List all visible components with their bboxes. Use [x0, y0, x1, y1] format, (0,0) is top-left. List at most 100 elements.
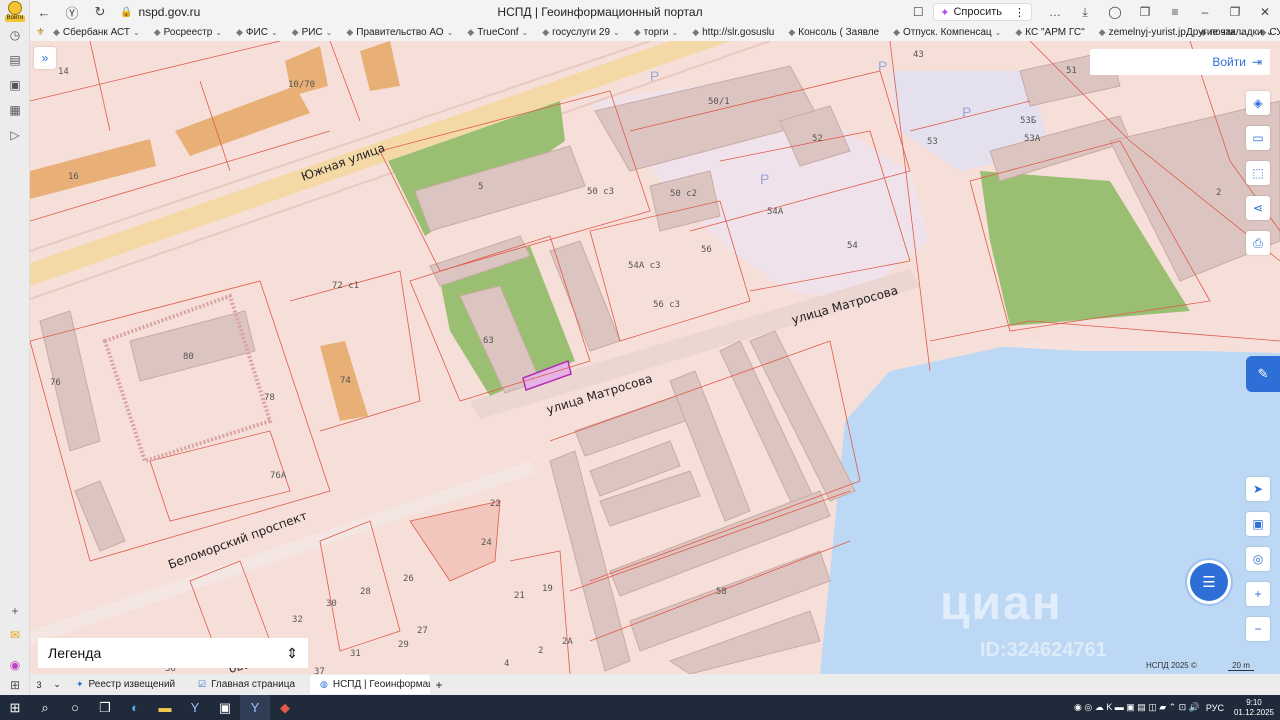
address-bar[interactable]: 🔒 nspd.gov.ru — [120, 5, 200, 19]
locate-icon[interactable]: ➤ — [1246, 477, 1270, 501]
ruler-icon[interactable]: ▭ — [1246, 126, 1270, 150]
parcel-number: 24 — [481, 538, 492, 548]
geolocation-icon[interactable]: ◎ — [1246, 547, 1270, 571]
yandex-icon[interactable]: Ⓨ — [58, 0, 86, 24]
start-icon[interactable]: ⊞ — [0, 695, 30, 720]
bookmark-item[interactable]: ◆ торги ⌄ — [634, 27, 678, 38]
zoom-in-icon[interactable]: + — [1246, 582, 1270, 606]
system-tray: ◉ ◎ ☁ K ▬ ▣ ▤ ◫ ▰ ⌃ ⊡ 🔊 РУС 9:10 01.12.2… — [1074, 695, 1274, 720]
new-tab-icon[interactable]: + — [430, 678, 448, 692]
tray-icons[interactable]: ◉ ◎ ☁ K ▬ ▣ ▤ ◫ ▰ ⌃ ⊡ 🔊 — [1074, 702, 1200, 713]
parcel-number: 54А с3 — [628, 261, 661, 271]
print-icon[interactable]: ⎙ — [1246, 231, 1270, 255]
history-icon[interactable]: ◷ — [0, 22, 30, 47]
map-canvas[interactable]: P P P P Южная улица улица Матросова улиц… — [30, 41, 1280, 674]
back-icon[interactable]: ← — [30, 0, 58, 24]
parcel-number: 21 — [514, 591, 525, 601]
select-area-icon[interactable]: ⬚ — [1246, 161, 1270, 185]
zoom-out-icon[interactable]: − — [1246, 617, 1270, 641]
parcel-number: 2 — [1216, 188, 1221, 198]
parcel-number: 10/70 — [288, 80, 315, 90]
parcel-number: 63 — [483, 336, 494, 346]
chevron-down-icon: ⌄ — [994, 28, 1002, 37]
map-view[interactable]: P P P P Южная улица улица Матросова улиц… — [30, 41, 1280, 674]
chevron-down-icon[interactable]: ⌄ — [48, 679, 66, 690]
parcel-number: 56 с3 — [653, 300, 680, 310]
bookmark-icon: ◆ — [236, 27, 243, 37]
tab-nspd[interactable]: ◍ НСПД | Геоинформаци ✕ — [310, 675, 430, 694]
profile-avatar[interactable]: Войти — [0, 0, 30, 22]
bookmark-item[interactable]: ◆ TrueConf ⌄ — [467, 27, 528, 38]
search-icon[interactable]: ⌕ — [30, 695, 60, 720]
task-view-icon[interactable]: ❐ — [90, 695, 120, 720]
explorer-icon[interactable]: ▬ — [150, 695, 180, 720]
layers-icon[interactable]: ◈ — [1246, 91, 1270, 115]
bookmark-item[interactable]: ◆ http://slr.gosuslu — [692, 27, 774, 38]
parcel-number: 27 — [417, 626, 428, 636]
bookmark-icon[interactable]: ☐ — [903, 0, 933, 24]
download-icon[interactable]: ⤓ — [1070, 0, 1100, 24]
bookmark-icon: ◆ — [542, 27, 550, 37]
bookmark-item[interactable]: ◆ Отпуск. Компенсац ⌄ — [893, 27, 1001, 38]
bookmark-label: Консоль ( Заявле — [798, 27, 880, 38]
bookmark-item[interactable]: ◆ Сбербанк АСТ ⌄ — [53, 27, 140, 38]
tabs-icon[interactable]: ❐ — [1130, 0, 1160, 24]
share-icon[interactable]: ⋖ — [1246, 196, 1270, 220]
assistant-tab-icon[interactable]: ✎ — [1246, 356, 1280, 392]
parcel-number: 50 с3 — [587, 187, 614, 197]
collections-icon[interactable]: ▤ — [0, 47, 30, 72]
clock[interactable]: 9:10 01.12.2025 — [1234, 698, 1274, 718]
bookmark-item[interactable]: ◆ Консоль ( Заявле — [788, 27, 879, 38]
parcel-number: 43 — [913, 50, 924, 60]
app-icon[interactable]: ◆ — [270, 695, 300, 720]
reload-icon[interactable]: ↻ — [86, 0, 114, 24]
browser-toolbar: ← Ⓨ ↻ 🔒 nspd.gov.ru НСПД | Геоинформацио… — [30, 0, 1280, 24]
save-icon[interactable]: ▣ — [210, 695, 240, 720]
yandex-active-icon[interactable]: Y — [240, 695, 270, 720]
picture-in-picture-icon[interactable]: ▣ — [1246, 512, 1270, 536]
panel-settings-icon[interactable]: ⊞ — [0, 672, 30, 697]
parcel-number: 74 — [340, 376, 351, 386]
bookmark-item[interactable]: ◆ Росреестр ⌄ — [154, 27, 222, 38]
bookmark-label: zemelnyj-yurist.jp — [1108, 27, 1186, 38]
parcel-number: 31 — [350, 649, 361, 659]
bookmark-item[interactable]: ◆ ФИС ⌄ — [236, 27, 278, 38]
edge-icon[interactable]: ◐ — [120, 695, 150, 720]
notes-icon[interactable]: ▣ — [0, 72, 30, 97]
parking-icon: P — [878, 58, 887, 74]
tab-home[interactable]: ☑ Главная страница — [188, 675, 310, 694]
cortana-icon[interactable]: ○ — [60, 695, 90, 720]
close-icon[interactable]: ✕ — [1250, 0, 1280, 24]
account-icon[interactable]: ◯ — [1100, 0, 1130, 24]
menu-icon[interactable]: ≡ — [1160, 0, 1190, 24]
bookmark-item[interactable]: ◆ КС "АРМ ГС" — [1015, 27, 1084, 38]
more-icon[interactable]: … — [1040, 0, 1070, 24]
chat-icon[interactable]: ☰ — [1190, 563, 1228, 601]
tab-registry[interactable]: ✦ Реестр извещений — [66, 675, 188, 694]
ask-label: Спросить — [953, 6, 1002, 18]
bookmark-item[interactable]: ◆ Правительство АО ⌄ — [346, 27, 453, 38]
mail-icon[interactable]: ✉ — [0, 622, 30, 647]
eagle-icon: ✦ — [76, 679, 84, 689]
add-panel-icon[interactable]: + — [0, 598, 30, 623]
media-icon[interactable]: ▦ — [0, 97, 30, 122]
restore-icon[interactable]: ❐ — [1220, 0, 1250, 24]
time: 9:10 — [1246, 697, 1262, 707]
ask-button[interactable]: ✦ Спросить ⋮ — [933, 3, 1032, 21]
other-bookmarks[interactable]: Другие закладки ⌄ — [1186, 24, 1274, 41]
tab-count[interactable]: 3 — [30, 680, 48, 690]
minimize-icon[interactable]: – — [1190, 0, 1220, 24]
parcel-number: 14 — [58, 67, 69, 77]
bookmark-item[interactable]: ◆ РИС ⌄ — [292, 27, 333, 38]
yandex-browser-icon[interactable]: Y — [180, 695, 210, 720]
chevron-down-icon: ⌄ — [613, 28, 620, 37]
expand-panel-icon[interactable]: » — [34, 47, 56, 69]
legend-dropdown[interactable]: Легенда ⇕ — [38, 638, 308, 668]
bookmark-label: Сбербанк АСТ — [62, 27, 131, 38]
bookmark-item[interactable]: ◆ госуслуги 29 ⌄ — [542, 27, 619, 38]
login-button[interactable]: Войти ⇥ — [1090, 49, 1270, 75]
play-icon[interactable]: ▷ — [0, 122, 30, 147]
language[interactable]: РУС — [1206, 703, 1224, 713]
bookmark-item[interactable]: ◆ zemelnyj-yurist.jp — [1099, 27, 1186, 38]
map-tools-bottom: ➤ ▣ ◎ + − — [1246, 477, 1270, 641]
